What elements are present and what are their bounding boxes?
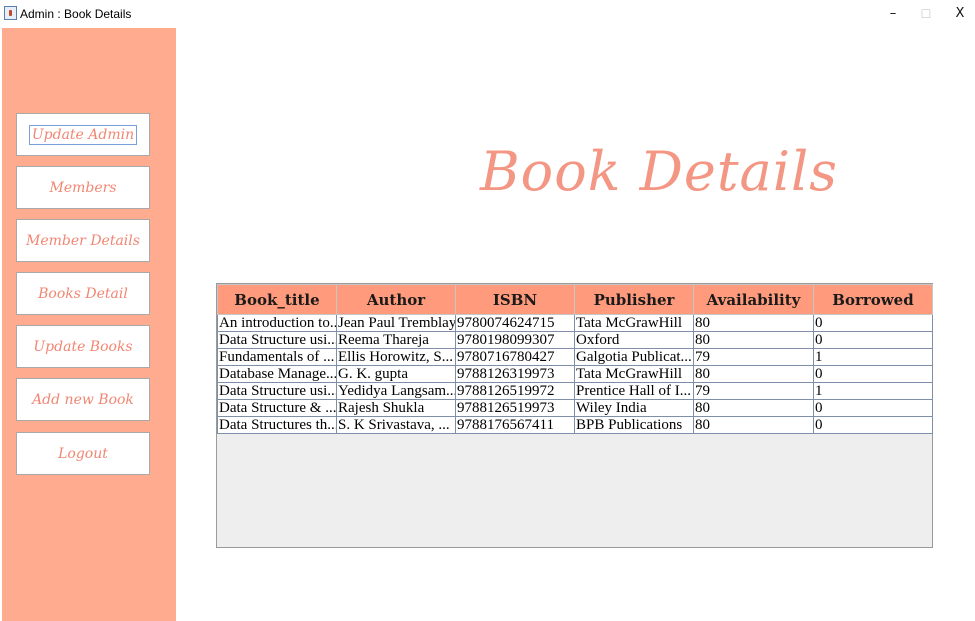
table-cell: Galgotia Publicat... [574, 348, 694, 366]
members-button[interactable]: Members [16, 166, 150, 209]
table-header-row: Book_title Author ISBN Publisher Availab… [217, 284, 933, 315]
table-cell: 9788126519972 [455, 382, 575, 400]
sidebar: Update Admin Members Member Details Book… [2, 28, 176, 621]
table-row[interactable]: An introduction to... Jean Paul Tremblay… [217, 314, 933, 332]
java-app-icon [4, 6, 17, 20]
page-title: Book Details [480, 140, 838, 203]
table-cell: 80 [693, 331, 814, 349]
column-header-author[interactable]: Author [336, 284, 456, 315]
table-cell: Data Structure & ... [217, 399, 337, 417]
table-cell: Tata McGrawHill [574, 314, 694, 332]
table-cell: 0 [813, 314, 933, 332]
table-cell: 80 [693, 399, 814, 417]
book-table[interactable]: Book_title Author ISBN Publisher Availab… [216, 283, 933, 548]
table-cell: 79 [693, 382, 814, 400]
column-header-book-title[interactable]: Book_title [217, 284, 337, 315]
table-row[interactable]: Fundamentals of ... Ellis Horowitz, S...… [217, 348, 933, 366]
column-header-publisher[interactable]: Publisher [574, 284, 694, 315]
table-cell: 80 [693, 365, 814, 383]
table-cell: 80 [693, 314, 814, 332]
table-cell: 0 [813, 365, 933, 383]
table-cell: 0 [813, 331, 933, 349]
table-cell: Oxford [574, 331, 694, 349]
table-cell: Data Structure usi... [217, 382, 337, 400]
table-cell: Prentice Hall of I... [574, 382, 694, 400]
table-cell: Jean Paul Tremblay [336, 314, 456, 332]
table-cell: 9780074624715 [455, 314, 575, 332]
table-cell: 0 [813, 399, 933, 417]
table-cell: Data Structures th... [217, 416, 337, 434]
update-admin-button[interactable]: Update Admin [16, 113, 150, 156]
window-title: Admin : Book Details [20, 7, 132, 21]
table-cell: G. K. gupta [336, 365, 456, 383]
add-new-book-button[interactable]: Add new Book [16, 378, 150, 421]
table-cell: 80 [693, 416, 814, 434]
table-cell: 0 [813, 416, 933, 434]
member-details-button[interactable]: Member Details [16, 219, 150, 262]
minimize-button[interactable]: – [878, 3, 908, 25]
table-cell: 9788176567411 [455, 416, 575, 434]
column-header-borrowed[interactable]: Borrowed [813, 284, 933, 315]
table-cell: Data Structure usi... [217, 331, 337, 349]
members-label: Members [49, 179, 117, 196]
table-cell: Rajesh Shukla [336, 399, 456, 417]
column-header-isbn[interactable]: ISBN [455, 284, 575, 315]
table-cell: An introduction to... [217, 314, 337, 332]
table-cell: 79 [693, 348, 814, 366]
books-detail-label: Books Detail [38, 285, 128, 302]
table-cell: Ellis Horowitz, S... [336, 348, 456, 366]
update-books-button[interactable]: Update Books [16, 325, 150, 368]
table-row[interactable]: Data Structure usi... Yedidya Langsam...… [217, 382, 933, 400]
table-cell: Tata McGrawHill [574, 365, 694, 383]
table-cell: 9788126319973 [455, 365, 575, 383]
logout-label: Logout [58, 445, 108, 462]
table-cell: 1 [813, 382, 933, 400]
logout-button[interactable]: Logout [16, 432, 150, 475]
table-cell: 1 [813, 348, 933, 366]
table-cell: BPB Publications [574, 416, 694, 434]
table-cell: 9788126519973 [455, 399, 575, 417]
table-cell: Wiley India [574, 399, 694, 417]
title-bar: Admin : Book Details – ☐ X [0, 0, 975, 28]
update-books-label: Update Books [33, 338, 133, 355]
update-admin-label: Update Admin [28, 124, 138, 145]
table-cell: 9780198099307 [455, 331, 575, 349]
maximize-button[interactable]: ☐ [911, 3, 941, 25]
books-detail-button[interactable]: Books Detail [16, 272, 150, 315]
table-row[interactable]: Database Manage... G. K. gupta 978812631… [217, 365, 933, 383]
table-row[interactable]: Data Structure usi... Reema Thareja 9780… [217, 331, 933, 349]
member-details-label: Member Details [26, 232, 140, 249]
add-new-book-label: Add new Book [32, 391, 134, 408]
table-row[interactable]: Data Structure & ... Rajesh Shukla 97881… [217, 399, 933, 417]
table-row[interactable]: Data Structures th... S. K Srivastava, .… [217, 416, 933, 434]
table-cell: Database Manage... [217, 365, 337, 383]
table-cell: Reema Thareja [336, 331, 456, 349]
column-header-availability[interactable]: Availability [693, 284, 814, 315]
close-button[interactable]: X [945, 3, 975, 25]
table-cell: S. K Srivastava, ... [336, 416, 456, 434]
table-cell: 9780716780427 [455, 348, 575, 366]
table-cell: Fundamentals of ... [217, 348, 337, 366]
table-cell: Yedidya Langsam... [336, 382, 456, 400]
